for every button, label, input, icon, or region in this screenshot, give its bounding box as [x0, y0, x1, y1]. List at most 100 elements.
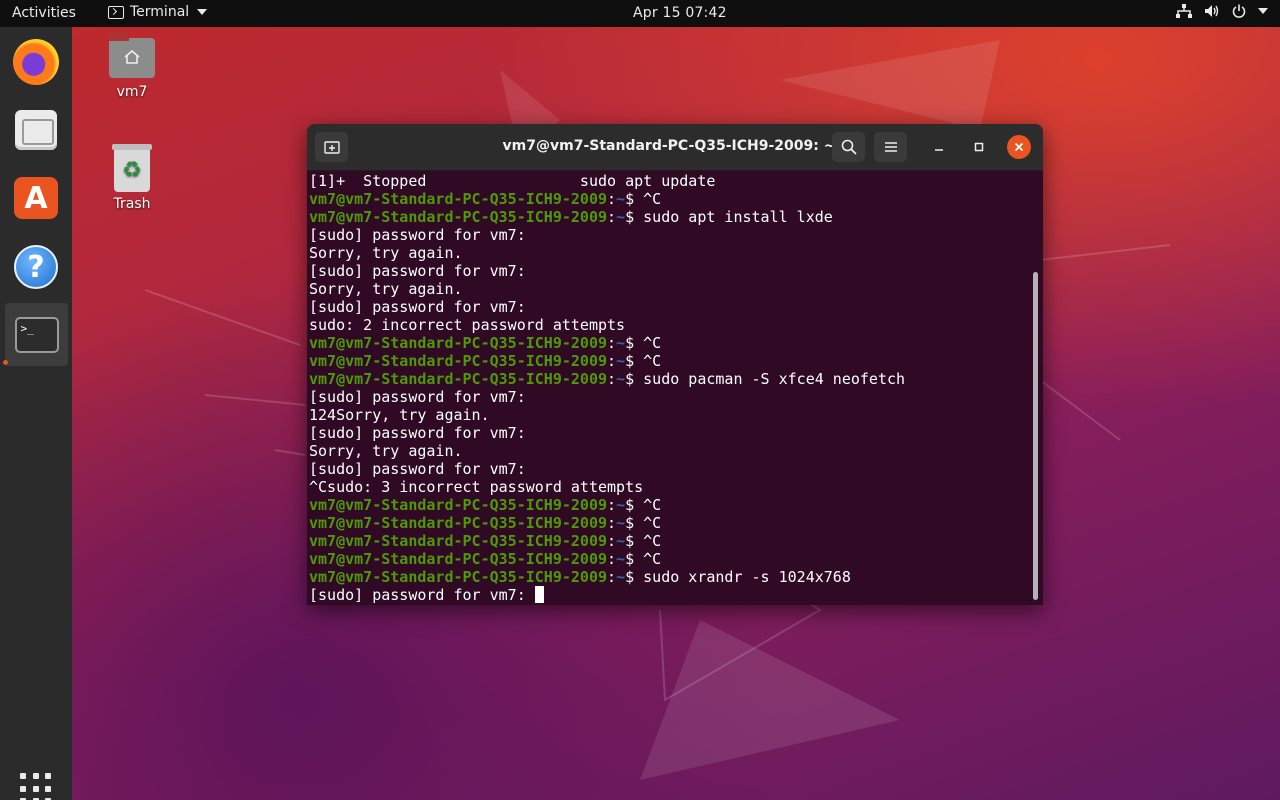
- dock-item-help[interactable]: ?: [9, 240, 63, 294]
- prompt-command: sudo apt install lxde: [643, 208, 833, 226]
- terminal-window[interactable]: vm7@vm7-Standard-PC-Q35-ICH9-2009: ~ [1]…: [307, 124, 1043, 605]
- prompt-path: ~: [616, 370, 626, 388]
- output-text: 124Sorry, try again.: [309, 406, 490, 424]
- prompt-path: ~: [616, 550, 626, 568]
- search-button[interactable]: [832, 132, 865, 162]
- terminal-prompt-line: vm7@vm7-Standard-PC-Q35-ICH9-2009:~$ ^C: [309, 190, 1029, 208]
- software-store-icon: A: [14, 177, 58, 219]
- prompt-path: ~: [616, 568, 626, 586]
- dock-item-terminal[interactable]: >_: [5, 303, 68, 366]
- help-icon: ?: [14, 245, 58, 289]
- terminal-output-line: [sudo] password for vm7:: [309, 226, 1029, 244]
- prompt-command: ^C: [643, 496, 662, 514]
- output-text: [sudo] password for vm7:: [309, 262, 526, 280]
- activities-button[interactable]: Activities: [12, 5, 76, 21]
- prompt-dollar: $: [625, 568, 644, 586]
- prompt-path: ~: [616, 514, 626, 532]
- prompt-user: vm7@vm7-Standard-PC-Q35-ICH9-2009: [309, 496, 608, 514]
- prompt-path: ~: [616, 496, 626, 514]
- dock-item-files[interactable]: [9, 103, 63, 157]
- output-text: [1]+ Stopped sudo apt update: [309, 172, 716, 190]
- terminal-output-line: sudo: 2 incorrect password attempts: [309, 316, 1029, 334]
- prompt-separator: :: [607, 568, 617, 586]
- prompt-path: ~: [616, 352, 626, 370]
- terminal-prompt-line: vm7@vm7-Standard-PC-Q35-ICH9-2009:~$ sud…: [309, 568, 1029, 586]
- terminal-output-line: Sorry, try again.: [309, 244, 1029, 262]
- terminal-output-line: Sorry, try again.: [309, 442, 1029, 460]
- app-menu[interactable]: Terminal: [108, 4, 208, 20]
- prompt-dollar: $: [625, 190, 644, 208]
- terminal-output-line: [sudo] password for vm7:: [309, 424, 1029, 442]
- output-text: [sudo] password for vm7:: [309, 424, 526, 442]
- new-tab-icon: [323, 141, 340, 154]
- prompt-user: vm7@vm7-Standard-PC-Q35-ICH9-2009: [309, 352, 608, 370]
- show-applications-icon[interactable]: [20, 773, 52, 800]
- trash-icon: ♻: [112, 144, 152, 192]
- menu-button[interactable]: [874, 132, 907, 162]
- output-text: [sudo] password for vm7:: [309, 388, 526, 406]
- prompt-command: ^C: [643, 334, 662, 352]
- minimize-button[interactable]: [927, 135, 951, 159]
- prompt-command: ^C: [643, 352, 662, 370]
- terminal-output-line: [sudo] password for vm7:: [309, 460, 1029, 478]
- output-text: sudo: 2 incorrect password attempts: [309, 316, 626, 334]
- terminal-output-line: ^Csudo: 3 incorrect password attempts: [309, 478, 1029, 496]
- hamburger-menu-icon: [884, 142, 897, 152]
- desktop-icon-trash[interactable]: ♻ Trash: [92, 144, 172, 212]
- output-text: Sorry, try again.: [309, 244, 463, 262]
- prompt-separator: :: [607, 334, 617, 352]
- prompt-user: vm7@vm7-Standard-PC-Q35-ICH9-2009: [309, 334, 608, 352]
- prompt-separator: :: [607, 550, 617, 568]
- prompt-command: ^C: [643, 190, 662, 208]
- prompt-dollar: $: [625, 532, 644, 550]
- files-icon: [15, 110, 57, 150]
- terminal-output-line: [sudo] password for vm7:: [309, 262, 1029, 280]
- maximize-icon: [974, 142, 984, 152]
- prompt-path: ~: [616, 334, 626, 352]
- prompt-separator: :: [607, 352, 617, 370]
- system-tray[interactable]: [1176, 4, 1268, 18]
- prompt-user: vm7@vm7-Standard-PC-Q35-ICH9-2009: [309, 550, 608, 568]
- output-text: Sorry, try again.: [309, 442, 463, 460]
- desktop-icon-label: vm7: [116, 84, 148, 100]
- title-bar[interactable]: vm7@vm7-Standard-PC-Q35-ICH9-2009: ~: [307, 124, 1043, 171]
- close-button[interactable]: [1007, 135, 1031, 159]
- prompt-dollar: $: [625, 334, 644, 352]
- output-text: Sorry, try again.: [309, 280, 463, 298]
- terminal-output[interactable]: [1]+ Stopped sudo apt update vm7@vm7-Stan…: [309, 171, 1029, 604]
- dock-item-firefox[interactable]: [9, 35, 63, 89]
- clock[interactable]: Apr 15 07:42: [633, 5, 727, 21]
- terminal-prompt-line: vm7@vm7-Standard-PC-Q35-ICH9-2009:~$ ^C: [309, 334, 1029, 352]
- new-tab-button[interactable]: [315, 132, 348, 162]
- network-icon[interactable]: [1176, 4, 1192, 18]
- scrollbar[interactable]: [1033, 272, 1038, 600]
- terminal-output-line: Sorry, try again.: [309, 280, 1029, 298]
- desktop-icon-label: Trash: [113, 196, 151, 212]
- dock-item-ubuntu-software[interactable]: A: [9, 171, 63, 225]
- output-text: [sudo] password for vm7:: [309, 298, 526, 316]
- terminal-prompt-line: vm7@vm7-Standard-PC-Q35-ICH9-2009:~$ sud…: [309, 370, 1029, 388]
- text-cursor: [534, 586, 544, 603]
- terminal-output-line: [sudo] password for vm7:: [309, 388, 1029, 406]
- prompt-user: vm7@vm7-Standard-PC-Q35-ICH9-2009: [309, 370, 608, 388]
- prompt-path: ~: [616, 208, 626, 226]
- terminal-output-line: [sudo] password for vm7:: [309, 298, 1029, 316]
- chevron-down-icon[interactable]: [1258, 8, 1268, 14]
- minimize-icon: [935, 149, 943, 151]
- prompt-path: ~: [616, 190, 626, 208]
- prompt-dollar: $: [625, 208, 644, 226]
- prompt-user: vm7@vm7-Standard-PC-Q35-ICH9-2009: [309, 208, 608, 226]
- prompt-user: vm7@vm7-Standard-PC-Q35-ICH9-2009: [309, 514, 608, 532]
- desktop-icon-home[interactable]: vm7: [92, 33, 172, 100]
- volume-icon[interactable]: [1204, 4, 1220, 18]
- prompt-dollar: $: [625, 550, 644, 568]
- search-icon: [841, 139, 857, 155]
- prompt-dollar: $: [625, 514, 644, 532]
- maximize-button[interactable]: [967, 135, 991, 159]
- prompt-user: vm7@vm7-Standard-PC-Q35-ICH9-2009: [309, 532, 608, 550]
- window-title: vm7@vm7-Standard-PC-Q35-ICH9-2009: ~: [502, 138, 836, 154]
- terminal-output-line: [1]+ Stopped sudo apt update: [309, 172, 1029, 190]
- power-icon[interactable]: [1232, 4, 1246, 18]
- prompt-command: ^C: [643, 514, 662, 532]
- output-text: [sudo] password for vm7:: [309, 226, 526, 244]
